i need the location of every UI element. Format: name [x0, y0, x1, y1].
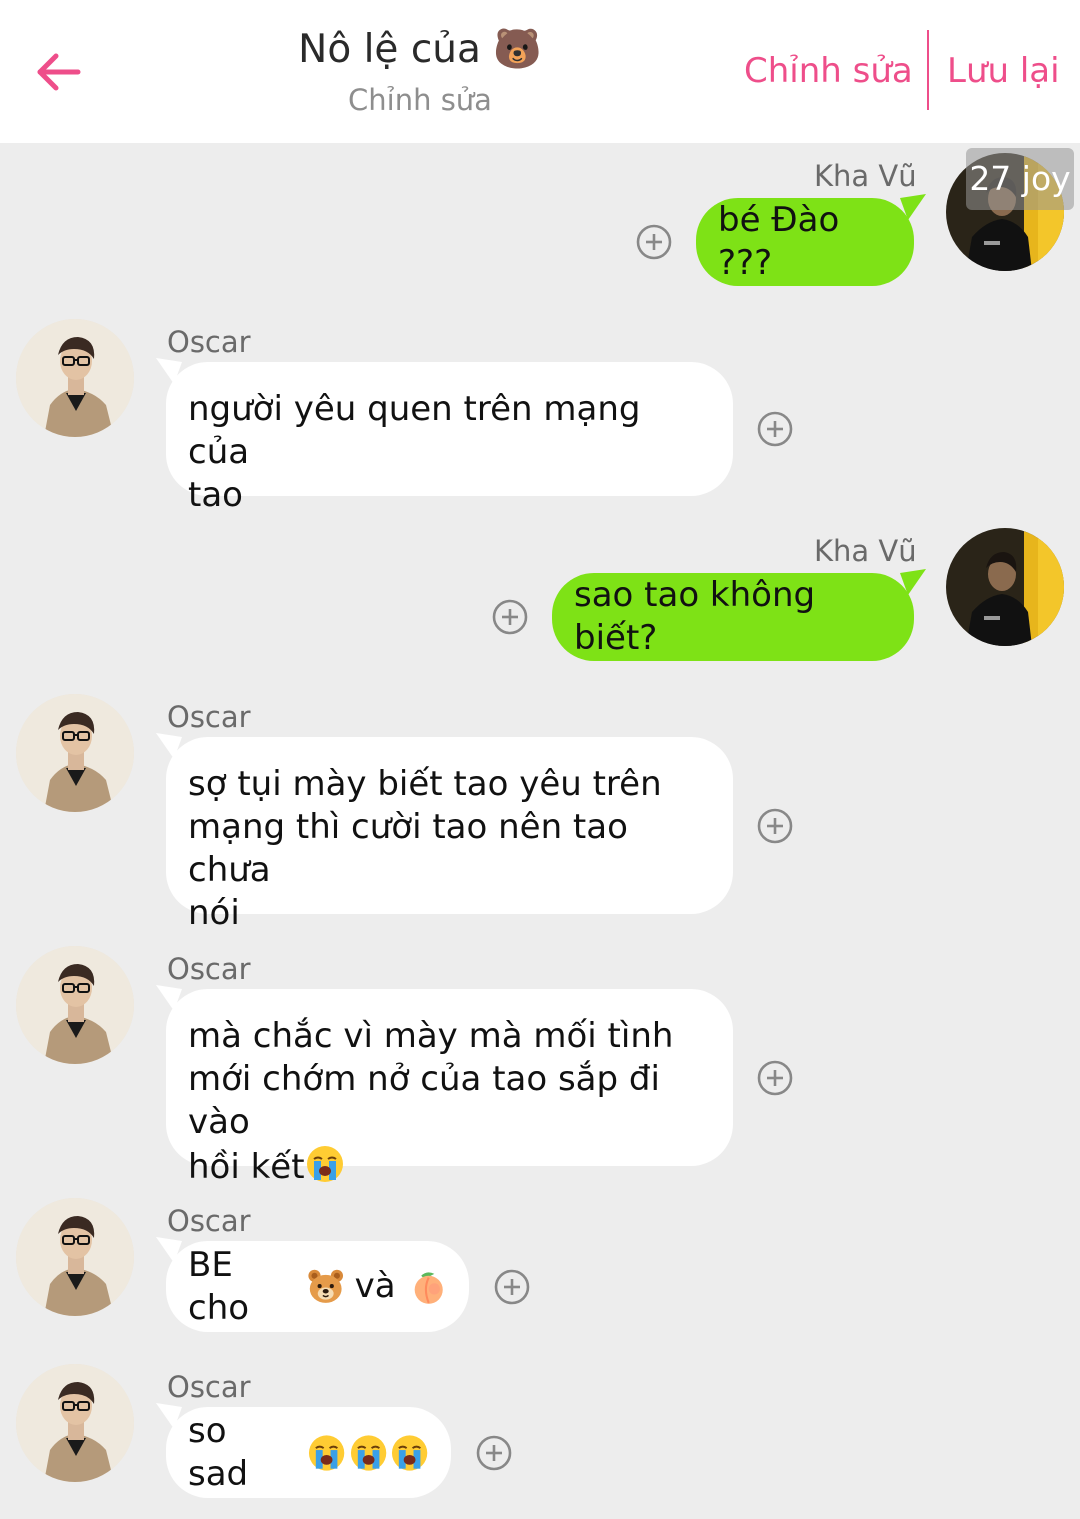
avatar[interactable] — [16, 1364, 134, 1482]
edit-button[interactable]: Chỉnh sửa — [744, 46, 913, 96]
avatar[interactable] — [16, 694, 134, 812]
sent-message-bubble[interactable]: bé Đào ??? — [696, 198, 914, 286]
bear-face-icon — [307, 1268, 344, 1304]
received-message-bubble[interactable]: người yêu quen trên mạng của tao — [166, 362, 733, 515]
received-message-bubble[interactable]: so sad — [166, 1407, 451, 1498]
crying-face-icon — [349, 1433, 387, 1472]
sender-name: Oscar — [167, 1370, 251, 1404]
sender-name: Oscar — [167, 325, 251, 359]
message-text: bé Đào ??? — [718, 200, 840, 283]
chat-subtitle: Chỉnh sửa — [348, 83, 492, 117]
avatar[interactable] — [16, 946, 134, 1064]
sender-name: Kha Vũ — [814, 534, 917, 568]
plus-circle-icon[interactable] — [492, 599, 528, 635]
message-line: mới chớm nở của tao sắp đi vào — [188, 1059, 660, 1142]
message-text: và — [354, 1266, 396, 1306]
overlay-badge: 27 joy — [966, 148, 1074, 210]
sender-name: Oscar — [167, 1204, 251, 1238]
app-header: Nô lệ của 🐻 Chỉnh sửa Chỉnh sửa Lưu lại — [0, 0, 1080, 143]
received-message-bubble[interactable]: mà chắc vì mày mà mối tình mới chớm nở c… — [166, 989, 733, 1187]
message-text: so sad — [188, 1410, 249, 1494]
plus-circle-icon[interactable] — [476, 1435, 512, 1471]
arrow-left-icon — [37, 53, 81, 91]
crying-face-icon — [390, 1433, 429, 1472]
message-line: nói — [188, 893, 240, 933]
message-text: BE cho — [188, 1244, 250, 1328]
avatar[interactable] — [16, 319, 134, 437]
crying-face-icon — [308, 1433, 346, 1472]
header-divider — [927, 30, 929, 110]
sender-name: Oscar — [167, 952, 251, 986]
title-block: Nô lệ của 🐻 Chỉnh sửa — [250, 22, 590, 120]
peach-icon — [413, 1270, 444, 1305]
received-message-bubble[interactable]: sợ tụi mày biết tao yêu trên mạng thì cư… — [166, 737, 733, 933]
received-message-bubble[interactable]: BE cho và — [166, 1241, 469, 1332]
message-line: mà chắc vì mày mà mối tình — [188, 1016, 674, 1056]
crying-face-icon — [305, 1145, 344, 1183]
chat-title: Nô lệ của 🐻 — [298, 27, 542, 72]
avatar[interactable] — [16, 1198, 134, 1316]
avatar[interactable] — [946, 528, 1064, 646]
message-line: hồi kết — [188, 1147, 305, 1187]
sender-name: Oscar — [167, 700, 251, 734]
message-line: người yêu quen trên mạng của — [188, 389, 641, 472]
plus-circle-icon[interactable] — [494, 1269, 530, 1305]
message-line: tao — [188, 475, 243, 515]
message-text: sao tao không biết? — [574, 575, 816, 658]
plus-circle-icon[interactable] — [757, 808, 793, 844]
back-button[interactable] — [30, 44, 86, 100]
plus-circle-icon[interactable] — [757, 1060, 793, 1096]
plus-circle-icon[interactable] — [757, 411, 793, 447]
sender-name: Kha Vũ — [814, 159, 917, 193]
sent-message-bubble[interactable]: sao tao không biết? — [552, 573, 914, 661]
plus-circle-icon[interactable] — [636, 224, 672, 260]
message-line: sợ tụi mày biết tao yêu trên — [188, 764, 662, 804]
message-line: mạng thì cười tao nên tao chưa — [188, 807, 628, 890]
save-button[interactable]: Lưu lại — [947, 46, 1060, 96]
